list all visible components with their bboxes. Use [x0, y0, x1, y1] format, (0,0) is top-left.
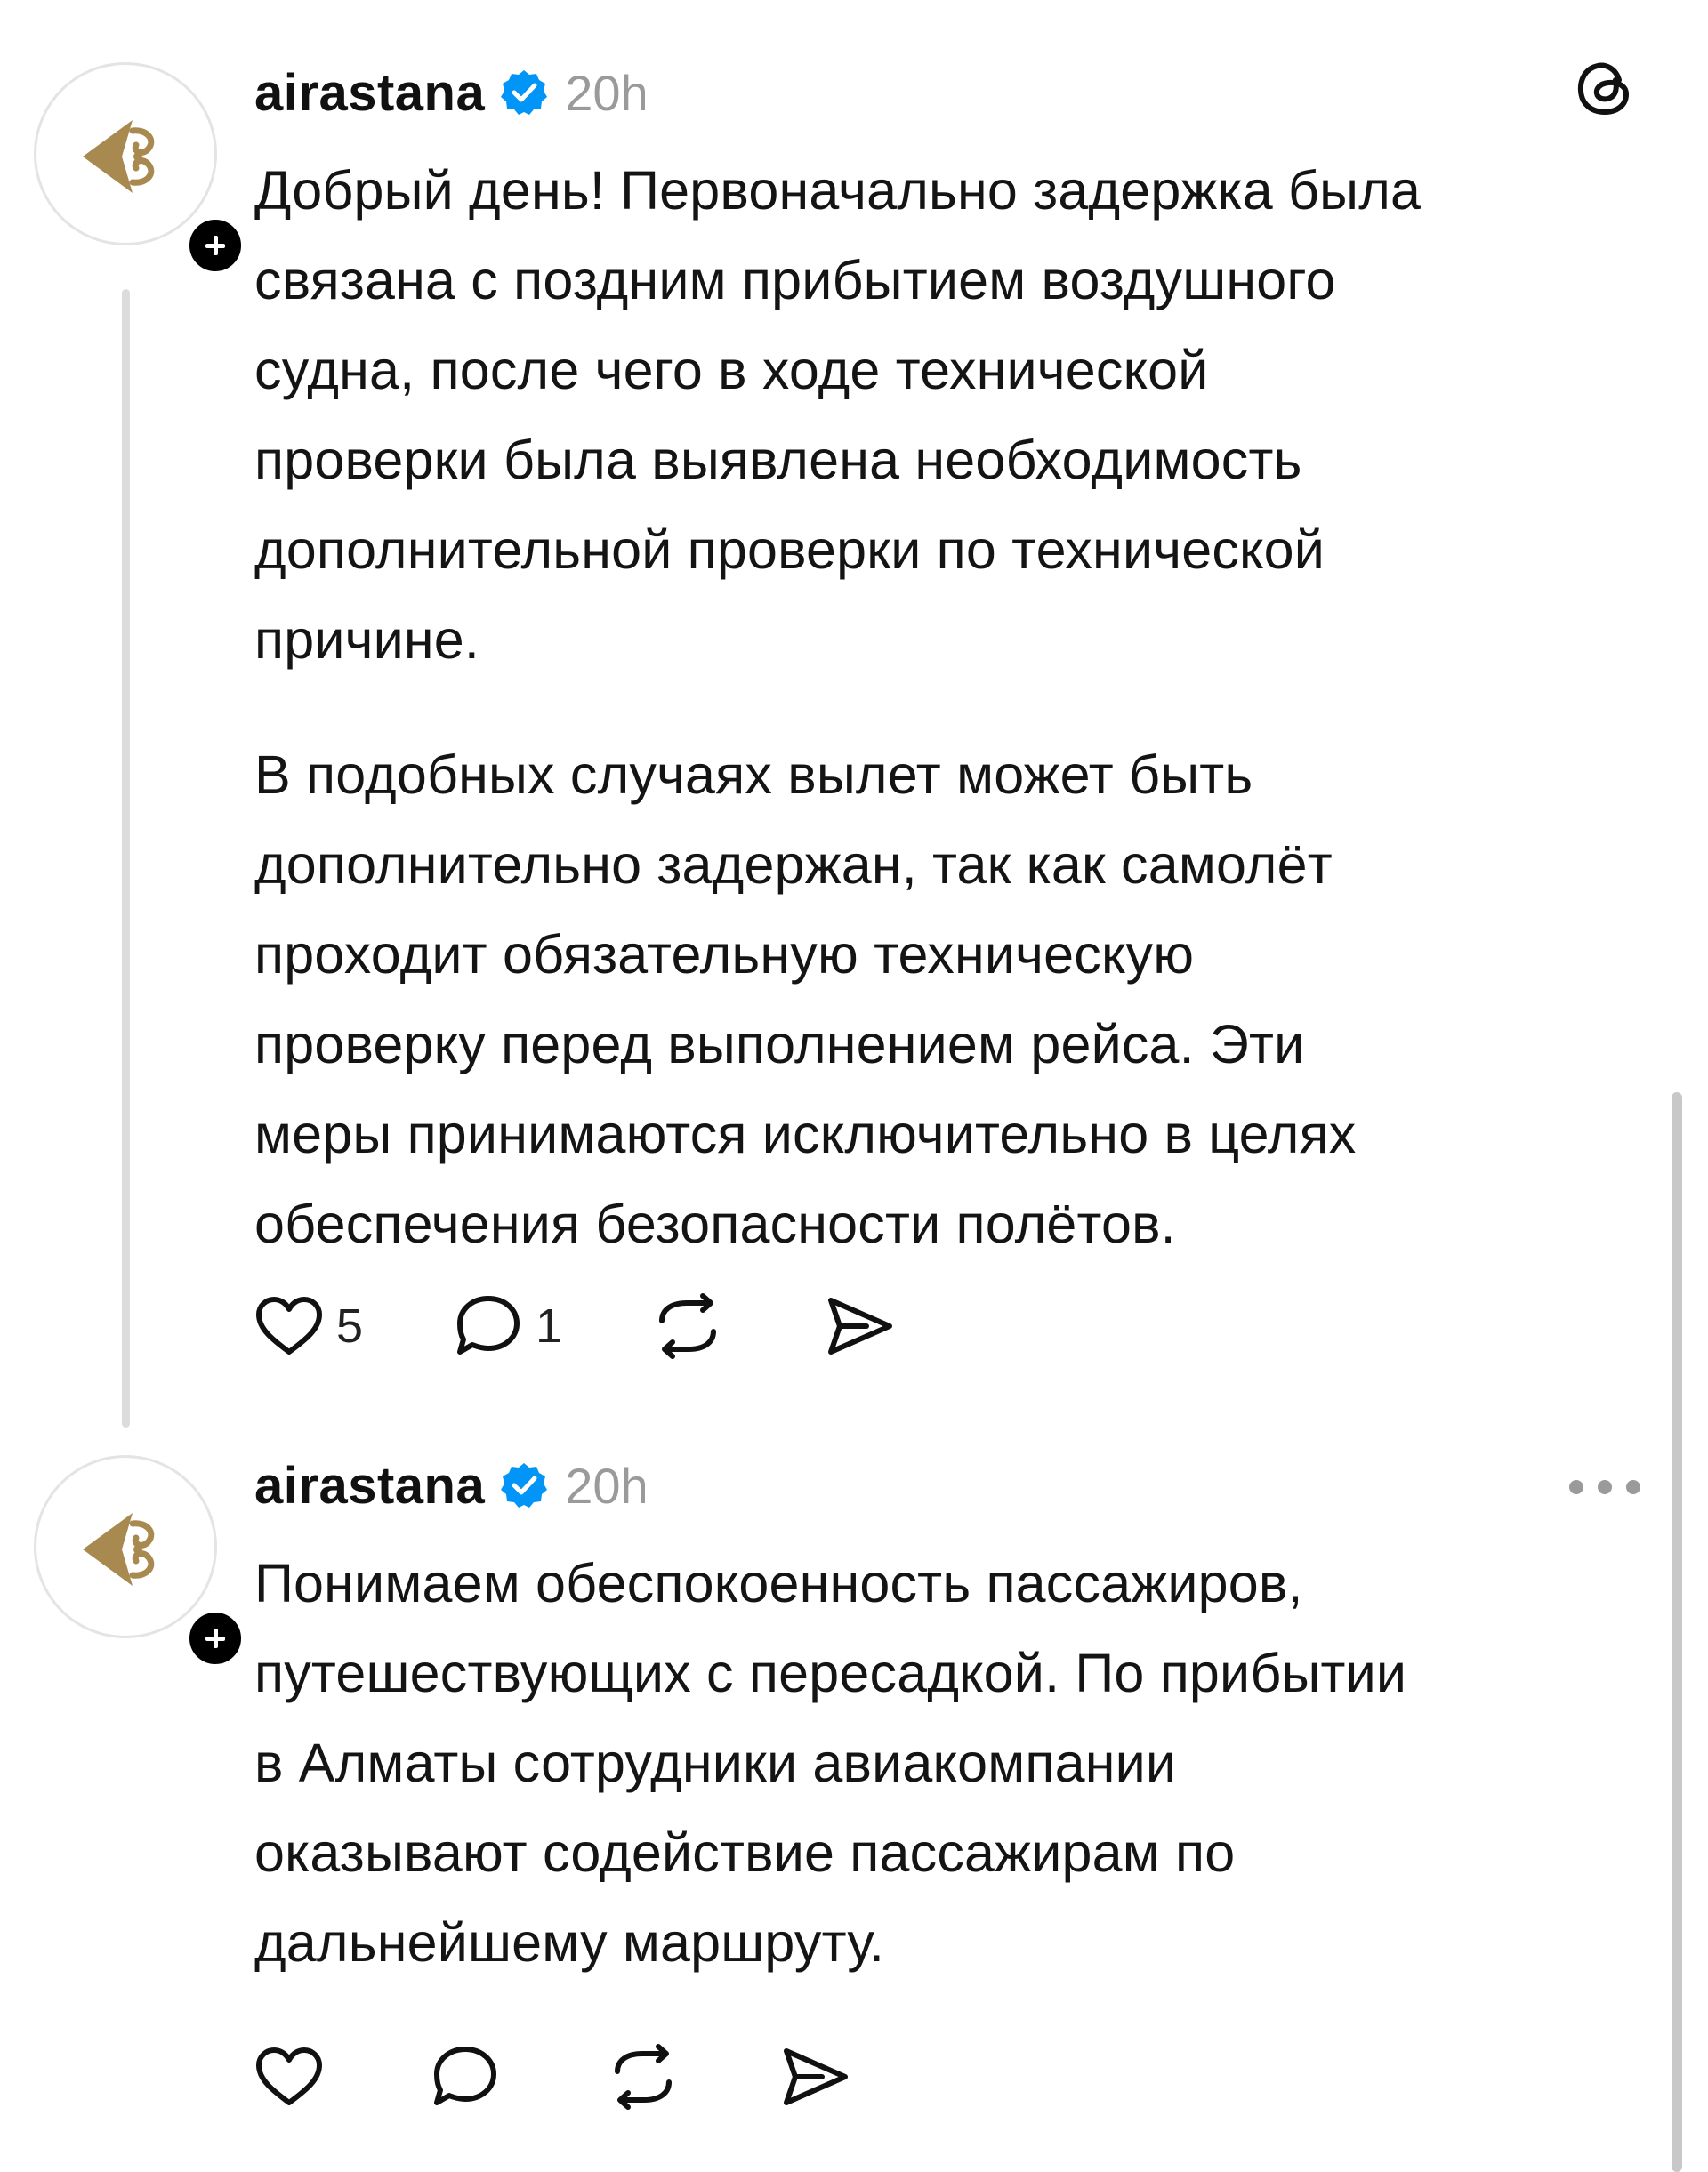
reply-button[interactable]: 1: [454, 1293, 562, 1359]
like-button[interactable]: [254, 2046, 324, 2108]
avatar[interactable]: [34, 1455, 217, 1638]
scrollbar[interactable]: [1672, 1092, 1682, 2172]
send-icon: [784, 2048, 848, 2105]
speech-bubble-icon: [457, 1296, 520, 1355]
post-paragraph: В подобных случаях вылет может быть допо…: [254, 744, 1357, 1254]
post-time[interactable]: 20h: [565, 1457, 648, 1515]
avatar[interactable]: [34, 62, 217, 245]
more-dots-icon: [1626, 1480, 1640, 1494]
post-actions: [254, 2037, 852, 2117]
post-header: airastana 20h: [254, 57, 649, 128]
reply-button[interactable]: [431, 2044, 500, 2110]
post-body: Добрый день! Первоначально задержка была…: [254, 146, 1642, 1269]
like-count: 5: [336, 1299, 364, 1353]
heart-icon: [256, 1297, 322, 1355]
send-icon: [828, 1298, 893, 1355]
post-paragraph: Добрый день! Первоначально задержка была…: [254, 160, 1422, 670]
post-header: airastana 20h: [254, 1450, 649, 1521]
follow-plus-icon[interactable]: [183, 213, 247, 278]
repost-icon: [615, 2044, 672, 2110]
username[interactable]: airastana: [254, 1456, 485, 1516]
post-time[interactable]: 20h: [565, 64, 648, 122]
more-options-button[interactable]: [1569, 1478, 1640, 1496]
share-button[interactable]: [779, 2044, 852, 2110]
verified-badge-icon: [501, 1463, 548, 1508]
post-paragraph: Понимаем обеспокоенность пассажиров, пут…: [254, 1553, 1407, 1973]
threads-logo-icon[interactable]: [1569, 53, 1639, 123]
avatar-container[interactable]: [34, 1455, 247, 1670]
reply-count: 1: [536, 1299, 563, 1353]
heart-icon: [256, 2047, 322, 2105]
repost-button[interactable]: [607, 2043, 680, 2111]
air-astana-logo-icon: [83, 120, 155, 193]
air-astana-logo-icon: [83, 1513, 155, 1586]
share-button[interactable]: [824, 1293, 897, 1359]
username[interactable]: airastana: [254, 63, 485, 123]
verified-badge-icon: [501, 70, 548, 115]
more-dots-icon: [1569, 1480, 1583, 1494]
thread-connector-line: [122, 289, 130, 1428]
post-body: Понимаем обеспокоенность пассажиров, пут…: [254, 1539, 1642, 1988]
like-button[interactable]: 5: [254, 1295, 363, 1357]
avatar-container[interactable]: [34, 62, 247, 278]
repost-button[interactable]: [651, 1292, 724, 1360]
post-actions: 5 1: [254, 1286, 897, 1366]
follow-plus-icon[interactable]: [183, 1606, 247, 1670]
more-dots-icon: [1598, 1480, 1612, 1494]
repost-icon: [659, 1293, 717, 1359]
speech-bubble-icon: [434, 2047, 496, 2105]
